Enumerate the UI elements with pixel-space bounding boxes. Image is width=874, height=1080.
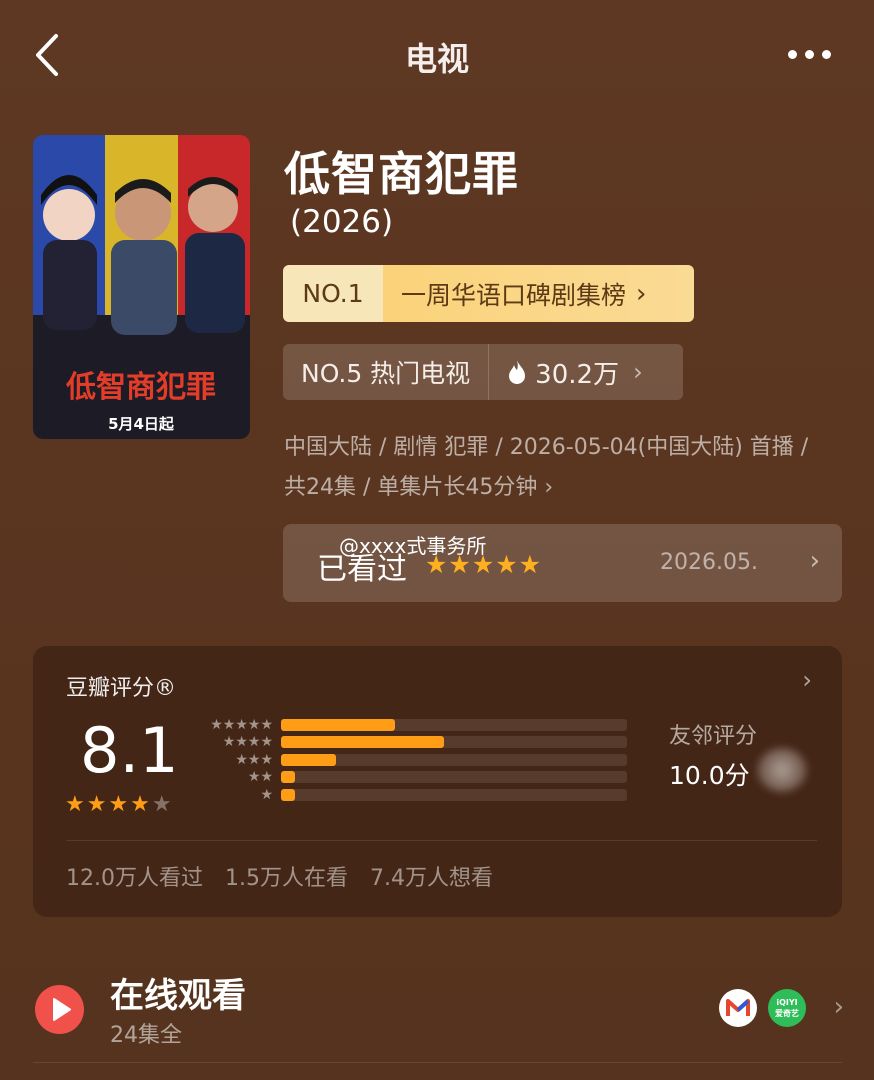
stars-filled: ★★★★ <box>65 792 152 817</box>
hot-count: 30.2万 <box>535 359 620 390</box>
iqiyi-icon[interactable]: iQIYI 爱奇艺 <box>768 989 806 1027</box>
rating-distribution: ★★★★★ ★★★★ ★★★ ★★ ★ <box>201 716 637 804</box>
chevron-right-icon: › <box>809 546 820 576</box>
rating-stats: 12.0万人看过 1.5万人在看 7.4万人想看 <box>66 860 493 892</box>
more-dot <box>822 49 831 59</box>
distribution-row: ★★★★★ <box>201 716 637 734</box>
stars-empty: ★ <box>151 792 174 817</box>
watched-card[interactable]: 已看过 @xxxx式事务所 ★★★★★ 2026.05. › <box>283 524 842 602</box>
more-button[interactable] <box>788 46 838 62</box>
distribution-track <box>281 718 627 731</box>
rating-title: 豆瓣评分® <box>66 676 177 701</box>
distribution-row: ★ <box>201 786 637 804</box>
iqiyi-logo-text: iQIYI <box>776 998 798 1007</box>
chevron-right-icon: › <box>802 666 812 694</box>
divider <box>33 1062 842 1063</box>
page-title: 电视 <box>404 40 469 78</box>
watch-online-subtitle: 24集全 <box>110 1023 182 1048</box>
hot-rank-badge[interactable]: NO.5 热门电视 30.2万 › <box>283 344 683 400</box>
divider <box>66 840 817 841</box>
distribution-bar <box>281 718 396 731</box>
more-dot <box>805 49 814 59</box>
distribution-row: ★★ <box>201 769 637 787</box>
top-bar: 电视 <box>0 0 874 110</box>
show-title: 低智商犯罪 <box>284 147 519 201</box>
distribution-stars: ★ <box>260 786 273 803</box>
distribution-bar <box>281 788 295 801</box>
play-icon <box>53 998 71 1021</box>
fire-icon <box>509 360 526 384</box>
stat-watched: 12.0万人看过 <box>66 866 203 891</box>
distribution-stars: ★★★★ <box>222 734 273 751</box>
distribution-track <box>281 736 627 749</box>
rating-score: 8.1 <box>80 714 179 787</box>
watched-date: 2026.05. <box>660 550 758 575</box>
mgtv-icon[interactable] <box>719 989 757 1027</box>
chevron-right-icon: › <box>633 358 643 386</box>
distribution-stars: ★★★★★ <box>210 716 273 733</box>
poster-title-art: 低智商犯罪 <box>65 370 216 405</box>
stat-watching: 1.5万人在看 <box>225 866 348 891</box>
friend-rating-label: 友邻评分 <box>669 724 758 749</box>
distribution-track <box>281 753 627 766</box>
distribution-stars: ★★★ <box>235 751 273 768</box>
show-year: (2026) <box>290 204 394 240</box>
rating-stars: ★★★★★ <box>65 792 174 817</box>
show-poster[interactable]: 低智商犯罪 5月4日起 <box>33 135 250 439</box>
show-meta[interactable]: 中国大陆 / 剧情 犯罪 / 2026-05-04(中国大陆) 首播 / 共24… <box>284 428 824 508</box>
stat-want: 7.4万人想看 <box>370 866 493 891</box>
distribution-row: ★★★★ <box>201 734 637 752</box>
hot-count-wrap: 30.2万 › <box>489 354 643 391</box>
chevron-right-icon: › <box>833 992 844 1022</box>
rank-label: 一周华语口碑剧集榜 <box>401 280 627 310</box>
rank-label-wrap: 一周华语口碑剧集榜 › <box>383 265 694 322</box>
distribution-row: ★★★ <box>201 751 637 769</box>
avatar[interactable] <box>757 748 807 792</box>
distribution-track <box>281 771 627 784</box>
more-dots-icon <box>788 49 797 59</box>
play-button[interactable] <box>35 985 84 1034</box>
hot-rank-text: NO.5 热门电视 <box>283 344 490 400</box>
douban-rating-card[interactable]: 豆瓣评分® › 8.1 ★★★★★ ★★★★★ ★★★★ ★★★ ★★ ★ 友邻评分 1… <box>33 646 842 917</box>
rank-number: NO.1 <box>283 265 383 322</box>
distribution-bar <box>281 736 444 749</box>
rank-badge[interactable]: NO.1 一周华语口碑剧集榜 › <box>283 265 694 322</box>
chevron-right-icon: › <box>544 475 554 500</box>
chevron-right-icon: › <box>636 278 647 309</box>
distribution-stars: ★★ <box>247 769 273 786</box>
iqiyi-logo-sub: 爱奇艺 <box>775 1009 799 1018</box>
distribution-track <box>281 788 627 801</box>
poster-date: 5月4日起 <box>108 415 175 433</box>
friend-rating-score: 10.0分 <box>669 761 750 790</box>
distribution-bar <box>281 753 337 766</box>
my-rating-stars: ★★★★★ <box>425 550 543 579</box>
distribution-bar <box>281 771 295 784</box>
watch-online-title[interactable]: 在线观看 <box>110 968 246 1017</box>
